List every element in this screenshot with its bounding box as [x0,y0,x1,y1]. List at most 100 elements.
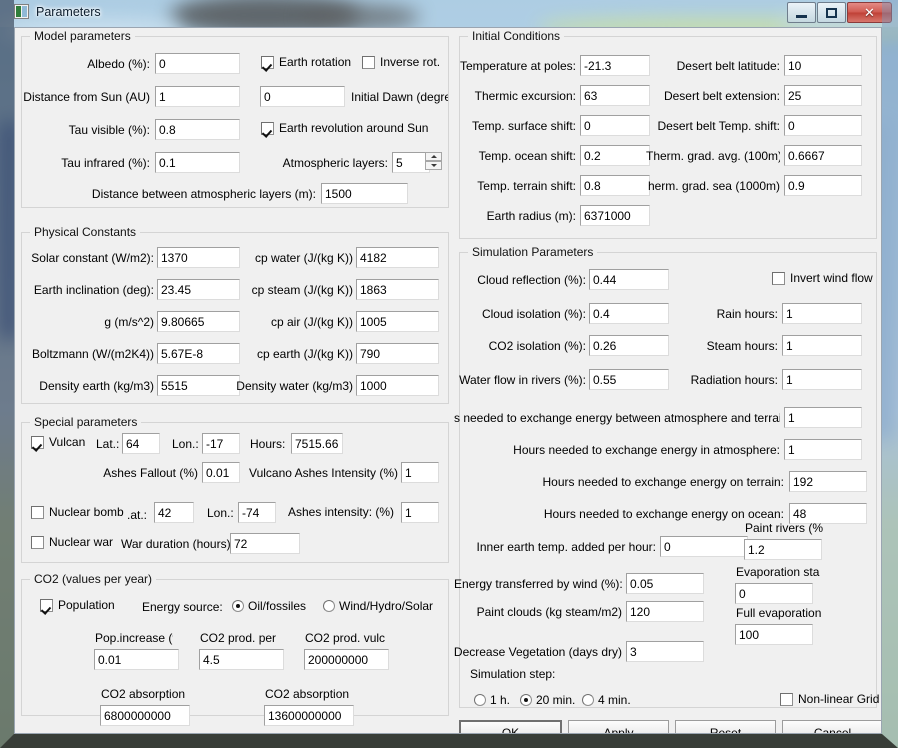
checkbox-vulcan[interactable]: Vulcan [31,435,85,449]
spinner-atmospheric-layers[interactable] [425,152,442,173]
input-thermic-excursion[interactable] [580,85,650,106]
input-decrease-vegetation[interactable] [626,641,704,662]
input-bomb-ashes-intensity[interactable] [401,502,439,523]
input-rain-hours[interactable] [782,303,862,324]
input-full-evaporation[interactable] [735,624,813,645]
input-tau-visible[interactable] [155,119,240,140]
input-exchange-atmosphere[interactable] [784,439,862,460]
input-layer-distance[interactable] [321,183,408,204]
spinner-up-icon[interactable] [425,152,442,161]
input-tau-infrared[interactable] [155,152,240,173]
radio-step-20min-circle[interactable] [520,694,532,706]
input-steam-hours[interactable] [782,335,862,356]
input-co2-prod-per[interactable] [199,649,284,670]
apply-button[interactable]: Apply [568,720,669,733]
input-therm-grad-sea[interactable] [784,175,862,196]
input-cp-earth[interactable] [356,343,439,364]
checkbox-invert-wind-flow-box[interactable] [772,271,785,285]
input-temp-terrain-shift[interactable] [580,175,650,196]
input-cp-air[interactable] [356,311,439,332]
input-paint-clouds[interactable] [626,601,704,622]
input-therm-grad-avg[interactable] [784,145,862,166]
cancel-button[interactable]: Cancel [782,720,881,733]
input-desert-belt-temp-shift[interactable] [784,115,862,136]
input-temp-poles[interactable] [580,55,650,76]
radio-oil-fossiles[interactable]: Oil/fossiles [232,599,306,613]
checkbox-invert-wind-flow[interactable]: Invert wind flow [772,271,873,285]
ok-button[interactable]: OK [459,720,562,733]
input-desert-belt-latitude[interactable] [784,55,862,76]
input-vulcan-hours[interactable] [291,433,343,454]
label-tau-infrared: Tau infrared (%): [61,156,150,170]
checkbox-inverse-rot-box[interactable] [362,55,375,69]
input-earth-radius[interactable] [580,205,650,226]
radio-step-1h[interactable]: 1 h. [474,693,510,707]
input-desert-belt-extension[interactable] [784,85,862,106]
radio-step-1h-circle[interactable] [474,694,486,706]
input-exchange-atmosphere-terrain[interactable] [784,407,862,428]
input-solar-constant[interactable] [157,247,240,268]
input-cloud-reflection[interactable] [589,269,669,290]
radio-step-4min[interactable]: 4 min. [582,693,631,707]
input-boltzmann[interactable] [157,343,240,364]
input-pop-increase[interactable] [94,649,179,670]
checkbox-nuclear-bomb[interactable]: Nuclear bomb [31,505,124,519]
checkbox-nonlinear-grid[interactable]: Non-linear Grid [780,692,879,706]
radio-step-4min-circle[interactable] [582,694,594,706]
title-bar[interactable]: Parameters ✕ [0,0,898,27]
maximize-button[interactable] [817,2,846,23]
input-co2-prod-vulc[interactable] [304,649,389,670]
label-co2-prod-vulc: CO2 prod. vulc [305,631,386,645]
input-ashes-fallout[interactable] [202,462,240,483]
checkbox-inverse-rot[interactable]: Inverse rot. [362,55,440,69]
input-distance-from-sun[interactable] [155,86,240,107]
input-co2-absorption-1[interactable] [100,705,190,726]
reset-button[interactable]: Reset [675,720,776,733]
checkbox-nuclear-war-box[interactable] [31,535,44,549]
input-co2-absorption-2[interactable] [264,705,354,726]
input-albedo[interactable] [155,53,240,74]
input-exchange-terrain[interactable] [789,471,867,492]
radio-oil-fossiles-circle[interactable] [232,600,244,612]
input-vulcano-ashes-intensity[interactable] [401,462,439,483]
checkbox-earth-rotation[interactable]: Earth rotation [261,55,351,69]
checkbox-nonlinear-grid-box[interactable] [780,692,793,706]
label-temp-terrain-shift: Temp. terrain shift: [477,179,576,193]
checkbox-nuclear-war[interactable]: Nuclear war [31,535,113,549]
radio-wind-hydro-solar-circle[interactable] [323,600,335,612]
radio-wind-hydro-solar[interactable]: Wind/Hydro/Solar [323,599,433,613]
input-vulcan-lat[interactable] [122,433,160,454]
input-cp-water[interactable] [356,247,439,268]
spinner-down-icon[interactable] [425,161,442,170]
input-bomb-lat[interactable] [154,502,194,523]
maximize-icon [826,7,837,18]
radio-step-20min[interactable]: 20 min. [520,693,575,707]
checkbox-population[interactable]: Population [40,598,115,612]
checkbox-earth-revolution-box[interactable] [261,121,274,135]
input-temp-ocean-shift[interactable] [580,145,650,166]
checkbox-vulcan-box[interactable] [31,435,44,449]
input-inner-earth-temp[interactable] [660,536,748,557]
checkbox-population-box[interactable] [40,598,53,612]
input-initial-dawn[interactable] [260,86,345,107]
input-energy-transferred-wind[interactable] [626,573,704,594]
input-radiation-hours[interactable] [782,369,862,390]
input-cloud-isolation[interactable] [589,303,669,324]
close-button[interactable]: ✕ [847,2,892,23]
input-cp-steam[interactable] [356,279,439,300]
input-density-water[interactable] [356,375,439,396]
input-gravity[interactable] [157,311,240,332]
input-war-duration[interactable] [230,533,300,554]
input-evaporation-start[interactable] [735,583,813,604]
input-co2-isolation[interactable] [589,335,669,356]
checkbox-earth-rotation-box[interactable] [261,55,274,69]
input-paint-rivers[interactable] [744,539,822,560]
label-temp-ocean-shift: Temp. ocean shift: [478,149,576,163]
minimize-button[interactable] [787,2,816,23]
input-earth-inclination[interactable] [157,279,240,300]
checkbox-nuclear-bomb-box[interactable] [31,505,44,519]
input-water-flow-rivers[interactable] [589,369,669,390]
input-vulcan-lon[interactable] [202,433,240,454]
checkbox-earth-revolution[interactable]: Earth revolution around Sun [261,121,428,135]
input-bomb-lon[interactable] [238,502,276,523]
